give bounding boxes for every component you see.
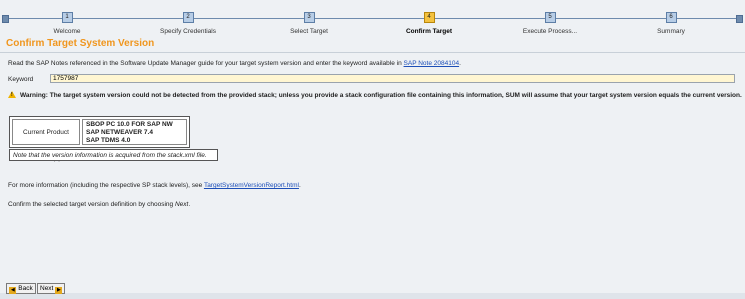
intro-text-end: . xyxy=(459,60,461,67)
keyword-label: Keyword xyxy=(8,76,34,83)
step-execute-process[interactable]: 5 Execute Process... xyxy=(495,12,605,35)
step-label: Specify Credentials xyxy=(160,28,216,35)
step-label: Welcome xyxy=(53,28,81,35)
product-version-list: SBOP PC 10.0 FOR SAP NW SAP NETWEAVER 7.… xyxy=(82,119,187,145)
step-number: 1 xyxy=(61,12,73,23)
left-arrow-icon: ◀ xyxy=(9,287,17,294)
step-number: 5 xyxy=(544,12,556,23)
step-summary[interactable]: 6 Summary xyxy=(616,12,726,35)
intro-text: Read the SAP Notes referenced in the Sof… xyxy=(8,60,461,67)
warning-text: Warning: The target system version could… xyxy=(20,92,742,99)
warning-message: ! Warning: The target system version coul… xyxy=(8,91,742,99)
keyword-input[interactable] xyxy=(50,74,735,83)
step-specify-credentials[interactable]: 2 Specify Credentials xyxy=(133,12,243,35)
back-button[interactable]: ◀ Back xyxy=(6,283,36,294)
step-welcome[interactable]: 1 Welcome xyxy=(12,12,122,35)
wizard-roadmap: 1 Welcome 2 Specify Credentials 3 Select… xyxy=(0,0,745,36)
confirm-end: . xyxy=(188,201,191,208)
next-button-label: Next xyxy=(40,285,54,292)
intro-text-body: Read the SAP Notes referenced in the Sof… xyxy=(8,60,404,67)
warning-triangle-icon: ! xyxy=(8,91,16,98)
title-divider xyxy=(0,52,745,53)
product-version-item: SBOP PC 10.0 FOR SAP NW xyxy=(86,121,173,128)
step-label: Select Target xyxy=(290,28,328,35)
step-select-target[interactable]: 3 Select Target xyxy=(254,12,364,35)
product-version-table: Current Product Version(s) SBOP PC 10.0 … xyxy=(9,116,190,162)
next-button[interactable]: Next ▶ xyxy=(37,283,65,294)
step-label: Execute Process... xyxy=(522,28,578,35)
step-label: Confirm Target xyxy=(405,28,453,35)
step-number: 4 xyxy=(423,12,435,23)
version-note: Note that the version information is acq… xyxy=(9,149,218,161)
sap-note-link[interactable]: SAP Note 2084104 xyxy=(404,60,460,67)
target-version-report-link[interactable]: TargetSystemVersionReport.html xyxy=(204,182,299,189)
confirm-text: Confirm the selected target version defi… xyxy=(8,201,190,208)
more-info-text: For more information (including the resp… xyxy=(8,182,301,189)
product-version-label: Current Product Version(s) xyxy=(12,119,80,162)
page-title: Confirm Target System Version xyxy=(6,38,155,49)
product-version-item: SAP NETWEAVER 7.4 xyxy=(86,129,153,136)
product-version-item: SAP TDMS 4.0 xyxy=(86,137,131,144)
right-arrow-icon: ▶ xyxy=(55,287,63,294)
confirm-next-word: Next xyxy=(174,201,189,208)
footer-bar xyxy=(0,293,745,299)
step-confirm-target[interactable]: 4 Confirm Target xyxy=(374,12,484,35)
more-info-end: . xyxy=(298,182,301,189)
step-number: 2 xyxy=(182,12,194,23)
confirm-body: Confirm the selected target version defi… xyxy=(8,201,175,208)
more-info-body: For more information (including the resp… xyxy=(8,182,204,189)
back-button-label: Back xyxy=(18,285,33,292)
roadmap-start-marker xyxy=(2,15,9,23)
step-number: 6 xyxy=(665,12,677,23)
step-label: Summary xyxy=(657,28,685,35)
roadmap-end-marker xyxy=(736,15,743,23)
step-number: 3 xyxy=(303,12,315,23)
